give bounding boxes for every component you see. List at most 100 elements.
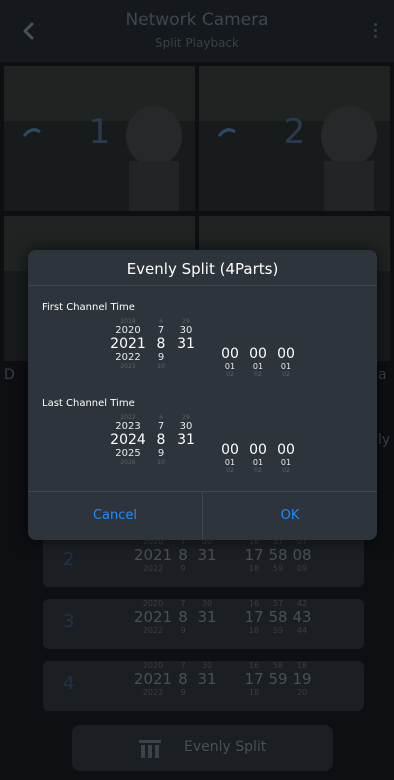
picker-selected: 8 <box>156 336 166 352</box>
second-next: 09 <box>296 564 308 573</box>
year-current: 2021 <box>133 546 173 564</box>
picker-option: 9 <box>157 352 165 363</box>
picker-option: 7 <box>157 325 165 336</box>
second-current: 19 <box>292 670 312 688</box>
picker-option: 01 <box>252 458 264 467</box>
year-next: 2022 <box>142 626 164 635</box>
picker-option: 2023 <box>115 421 141 432</box>
first-minute-picker[interactable]: 00 01 02 <box>246 346 270 378</box>
hour-next: 18 <box>248 626 260 635</box>
cancel-button[interactable]: Cancel <box>28 492 202 540</box>
year-current: 2021 <box>133 608 173 626</box>
last-channel-time-label: Last Channel Time <box>42 398 135 409</box>
picker-selected: 31 <box>177 336 195 352</box>
page-title: Network Camera <box>125 10 269 30</box>
picker-option: 01 <box>224 362 236 371</box>
first-channel-time-label: First Channel Time <box>42 302 135 313</box>
first-month-picker[interactable]: 6 7 8 9 10 <box>154 318 168 370</box>
last-year-picker[interactable]: 2022 2023 2024 2025 2026 <box>110 414 146 466</box>
picker-selected: 00 <box>277 442 295 458</box>
picker-option: 2023 <box>120 363 136 370</box>
channel-time-row-4[interactable]: 4 2020 2021 2022 7 8 9 30 31 16 17 18 58… <box>43 661 364 711</box>
last-day-picker[interactable]: 29 30 31 <box>174 414 198 448</box>
year-current: 2021 <box>133 670 173 688</box>
picker-option: 02 <box>282 467 290 474</box>
evenly-split-dialog: Evenly Split (4Parts) First Channel Time… <box>28 250 377 540</box>
picker-option: 30 <box>179 421 193 432</box>
picker-selected: 00 <box>277 346 295 362</box>
camera-tile-1[interactable]: 1 <box>4 66 195 211</box>
month-next: 9 <box>180 688 186 697</box>
row-index: 2 <box>63 549 75 570</box>
month-current: 8 <box>178 608 188 626</box>
picker-option: 6 <box>159 414 163 421</box>
channel-time-row-2[interactable]: 2 2020 2021 2022 7 8 9 30 31 16 17 18 57… <box>43 537 364 587</box>
page-subtitle: Split Playback <box>155 36 239 50</box>
tile-number: 1 <box>88 112 111 152</box>
picker-option: 2022 <box>115 352 141 363</box>
month-current: 8 <box>178 546 188 564</box>
day-prev: 30 <box>201 661 213 670</box>
tile-number: 2 <box>283 112 306 152</box>
minute-prev: 58 <box>272 661 284 670</box>
picker-option: 7 <box>157 421 165 432</box>
year-prev: 2020 <box>142 599 164 608</box>
day-current: 31 <box>197 546 217 564</box>
year-next: 2022 <box>142 564 164 573</box>
picker-selected: 00 <box>221 346 239 362</box>
picker-option: 02 <box>226 371 234 378</box>
camera-tile-2[interactable]: 2 <box>199 66 390 211</box>
month-next: 9 <box>180 626 186 635</box>
picker-option: 2020 <box>115 325 141 336</box>
side-label-right-2: ly <box>378 432 391 448</box>
day-prev: 30 <box>201 599 213 608</box>
first-year-picker[interactable]: 2019 2020 2021 2022 2023 <box>110 318 146 370</box>
first-day-picker[interactable]: 29 30 31 <box>174 318 198 352</box>
year-prev: 2020 <box>142 661 164 670</box>
last-hour-picker[interactable]: 00 01 02 <box>218 442 242 474</box>
last-minute-picker[interactable]: 00 01 02 <box>246 442 270 474</box>
second-next: 20 <box>296 688 308 697</box>
picker-option: 29 <box>182 318 190 325</box>
picker-option: 02 <box>282 371 290 378</box>
second-current: 43 <box>292 608 312 626</box>
evenly-split-label: Evenly Split <box>184 739 267 755</box>
evenly-split-button[interactable]: Evenly Split <box>72 725 333 771</box>
hour-current: 17 <box>244 546 264 564</box>
first-second-picker[interactable]: 00 01 02 <box>274 346 298 378</box>
hour-current: 17 <box>244 608 264 626</box>
hour-prev: 16 <box>248 661 260 670</box>
picker-option: 9 <box>157 448 165 459</box>
picker-selected: 2021 <box>110 336 146 352</box>
month-next: 9 <box>180 564 186 573</box>
divider <box>28 285 377 286</box>
second-prev: 18 <box>296 661 308 670</box>
more-options-icon[interactable] <box>372 20 378 42</box>
second-prev: 42 <box>296 599 308 608</box>
second-next: 44 <box>296 626 308 635</box>
app-header: Network Camera Split Playback <box>0 0 394 62</box>
last-month-picker[interactable]: 6 7 8 9 10 <box>154 414 168 466</box>
day-current: 31 <box>197 608 217 626</box>
picker-option: 6 <box>159 318 163 325</box>
side-label-left: D <box>4 367 15 383</box>
picker-option: 01 <box>280 362 292 371</box>
year-next: 2022 <box>142 688 164 697</box>
picker-option: 02 <box>226 467 234 474</box>
picker-option: 02 <box>254 467 262 474</box>
day-current: 31 <box>197 670 217 688</box>
minute-prev: 57 <box>272 599 284 608</box>
last-second-picker[interactable]: 00 01 02 <box>274 442 298 474</box>
minute-next: 59 <box>272 626 284 635</box>
month-prev: 7 <box>180 599 186 608</box>
picker-option: 30 <box>179 325 193 336</box>
row-index: 3 <box>63 611 75 632</box>
hour-current: 17 <box>244 670 264 688</box>
first-hour-picker[interactable]: 00 01 02 <box>218 346 242 378</box>
channel-time-row-3[interactable]: 3 2020 2021 2022 7 8 9 30 31 16 17 18 57… <box>43 599 364 649</box>
picker-option: 02 <box>254 371 262 378</box>
hour-next: 18 <box>248 564 260 573</box>
minute-current: 58 <box>268 546 288 564</box>
minute-next: 59 <box>272 564 284 573</box>
ok-button[interactable]: OK <box>203 492 377 540</box>
